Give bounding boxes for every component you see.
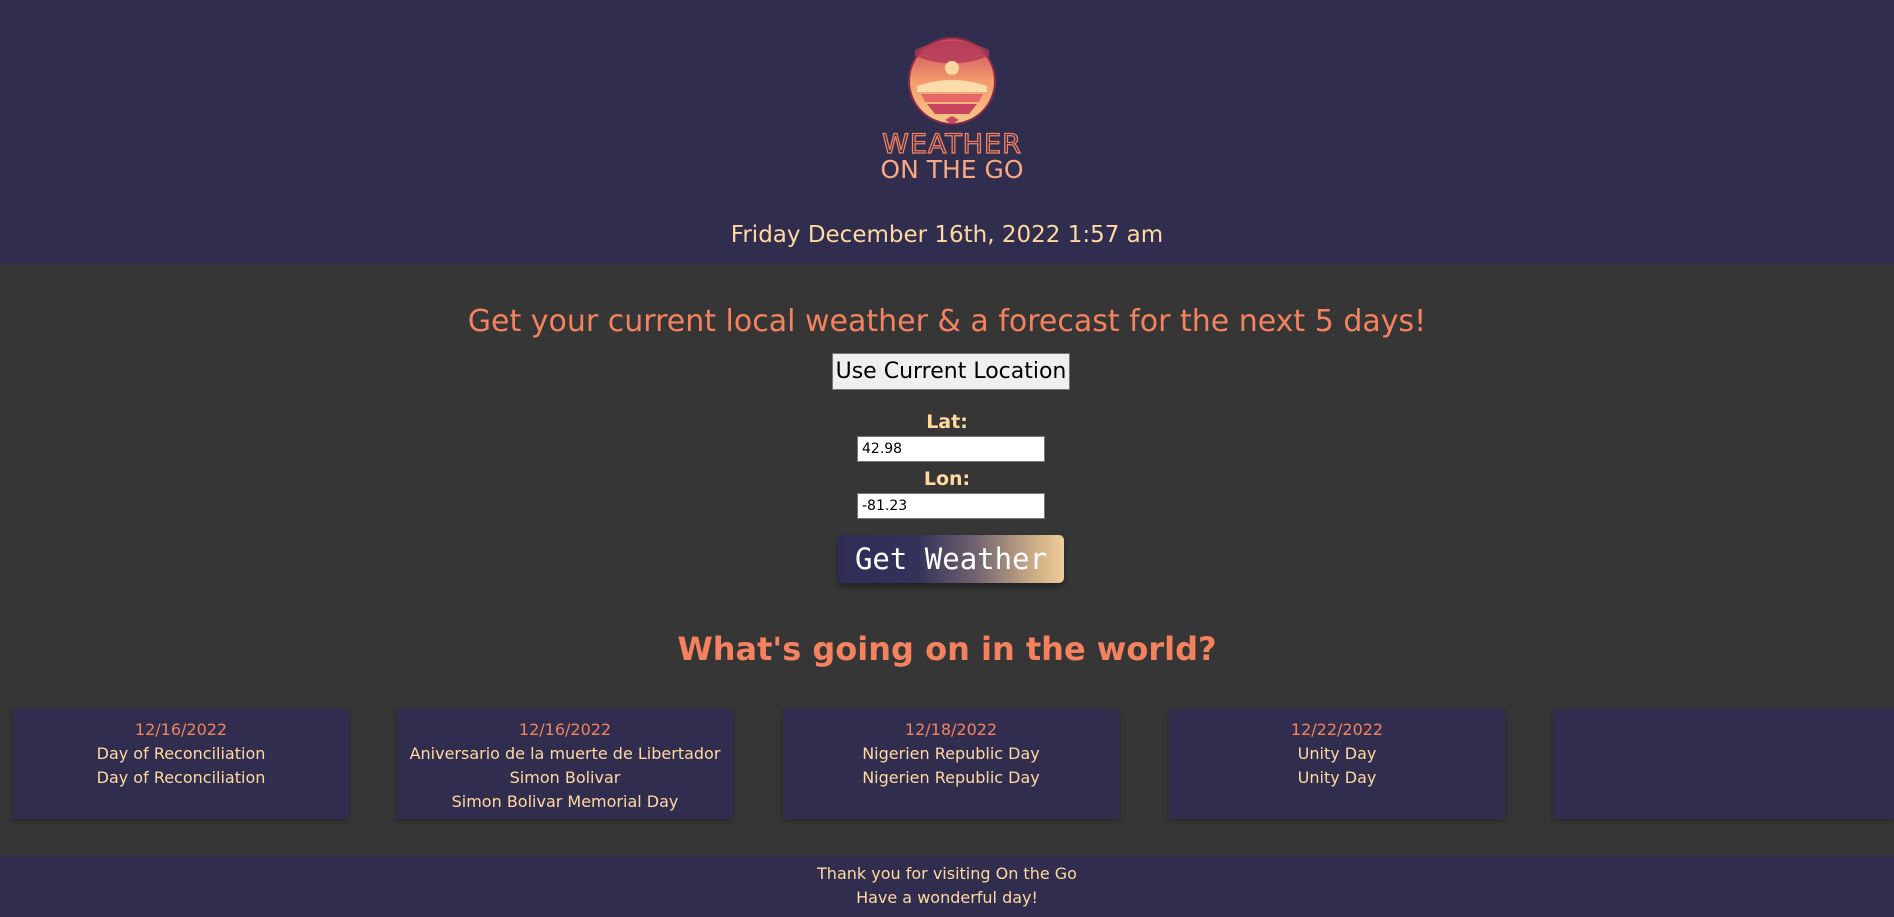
- page-header: WEATHER ON THE GO Friday December 16th, …: [0, 0, 1894, 264]
- logo: WEATHER ON THE GO: [857, 36, 1047, 186]
- page-footer: Thank you for visiting On the Go Have a …: [0, 856, 1894, 917]
- footer-thanks: Thank you for visiting On the Go: [817, 864, 1077, 883]
- event-name: Nigerien Republic Day: [862, 768, 1040, 787]
- use-current-location-button[interactable]: Use Current Location: [832, 353, 1070, 390]
- events-title: What's going on in the world?: [677, 630, 1217, 668]
- event-date: 12/22/2022: [1290, 720, 1384, 739]
- event-card: 12/18/2022 Nigerien Republic Day Nigerie…: [783, 709, 1119, 819]
- footer-farewell: Have a wonderful day!: [856, 888, 1038, 907]
- sunset-logo-icon: WEATHER ON THE GO: [880, 37, 1024, 184]
- event-card: 12/22/2022 Unity Day Unity Day: [1169, 709, 1505, 819]
- page-tagline: Get your current local weather & a forec…: [467, 304, 1427, 339]
- event-name: Simon Bolivar Memorial Day: [451, 792, 679, 811]
- event-name-local: Day of Reconciliation: [96, 744, 266, 763]
- lat-input[interactable]: [857, 436, 1045, 462]
- logo-text-on-the-go: ON THE GO: [880, 155, 1023, 184]
- lon-label: Lon:: [923, 468, 971, 490]
- event-date: 12/16/2022: [134, 720, 228, 739]
- current-datetime: Friday December 16th, 2022 1:57 am: [730, 222, 1164, 248]
- event-card: 12/16/2022 Day of Reconciliation Day of …: [13, 709, 349, 819]
- get-weather-button[interactable]: Get Weather: [838, 535, 1064, 583]
- lat-label: Lat:: [926, 411, 968, 433]
- event-card: [1554, 709, 1894, 819]
- event-name-local: Unity Day: [1297, 744, 1377, 763]
- event-name: Day of Reconciliation: [96, 768, 266, 787]
- event-date: 12/16/2022: [518, 720, 612, 739]
- event-name-local: Nigerien Republic Day: [862, 744, 1040, 763]
- event-name: Unity Day: [1297, 768, 1377, 787]
- lon-input[interactable]: [857, 493, 1045, 519]
- event-card: 12/16/2022 Aniversario de la muerte de L…: [397, 709, 733, 819]
- event-name-local: Aniversario de la muerte de Libertador S…: [409, 744, 721, 787]
- event-date: 12/18/2022: [904, 720, 998, 739]
